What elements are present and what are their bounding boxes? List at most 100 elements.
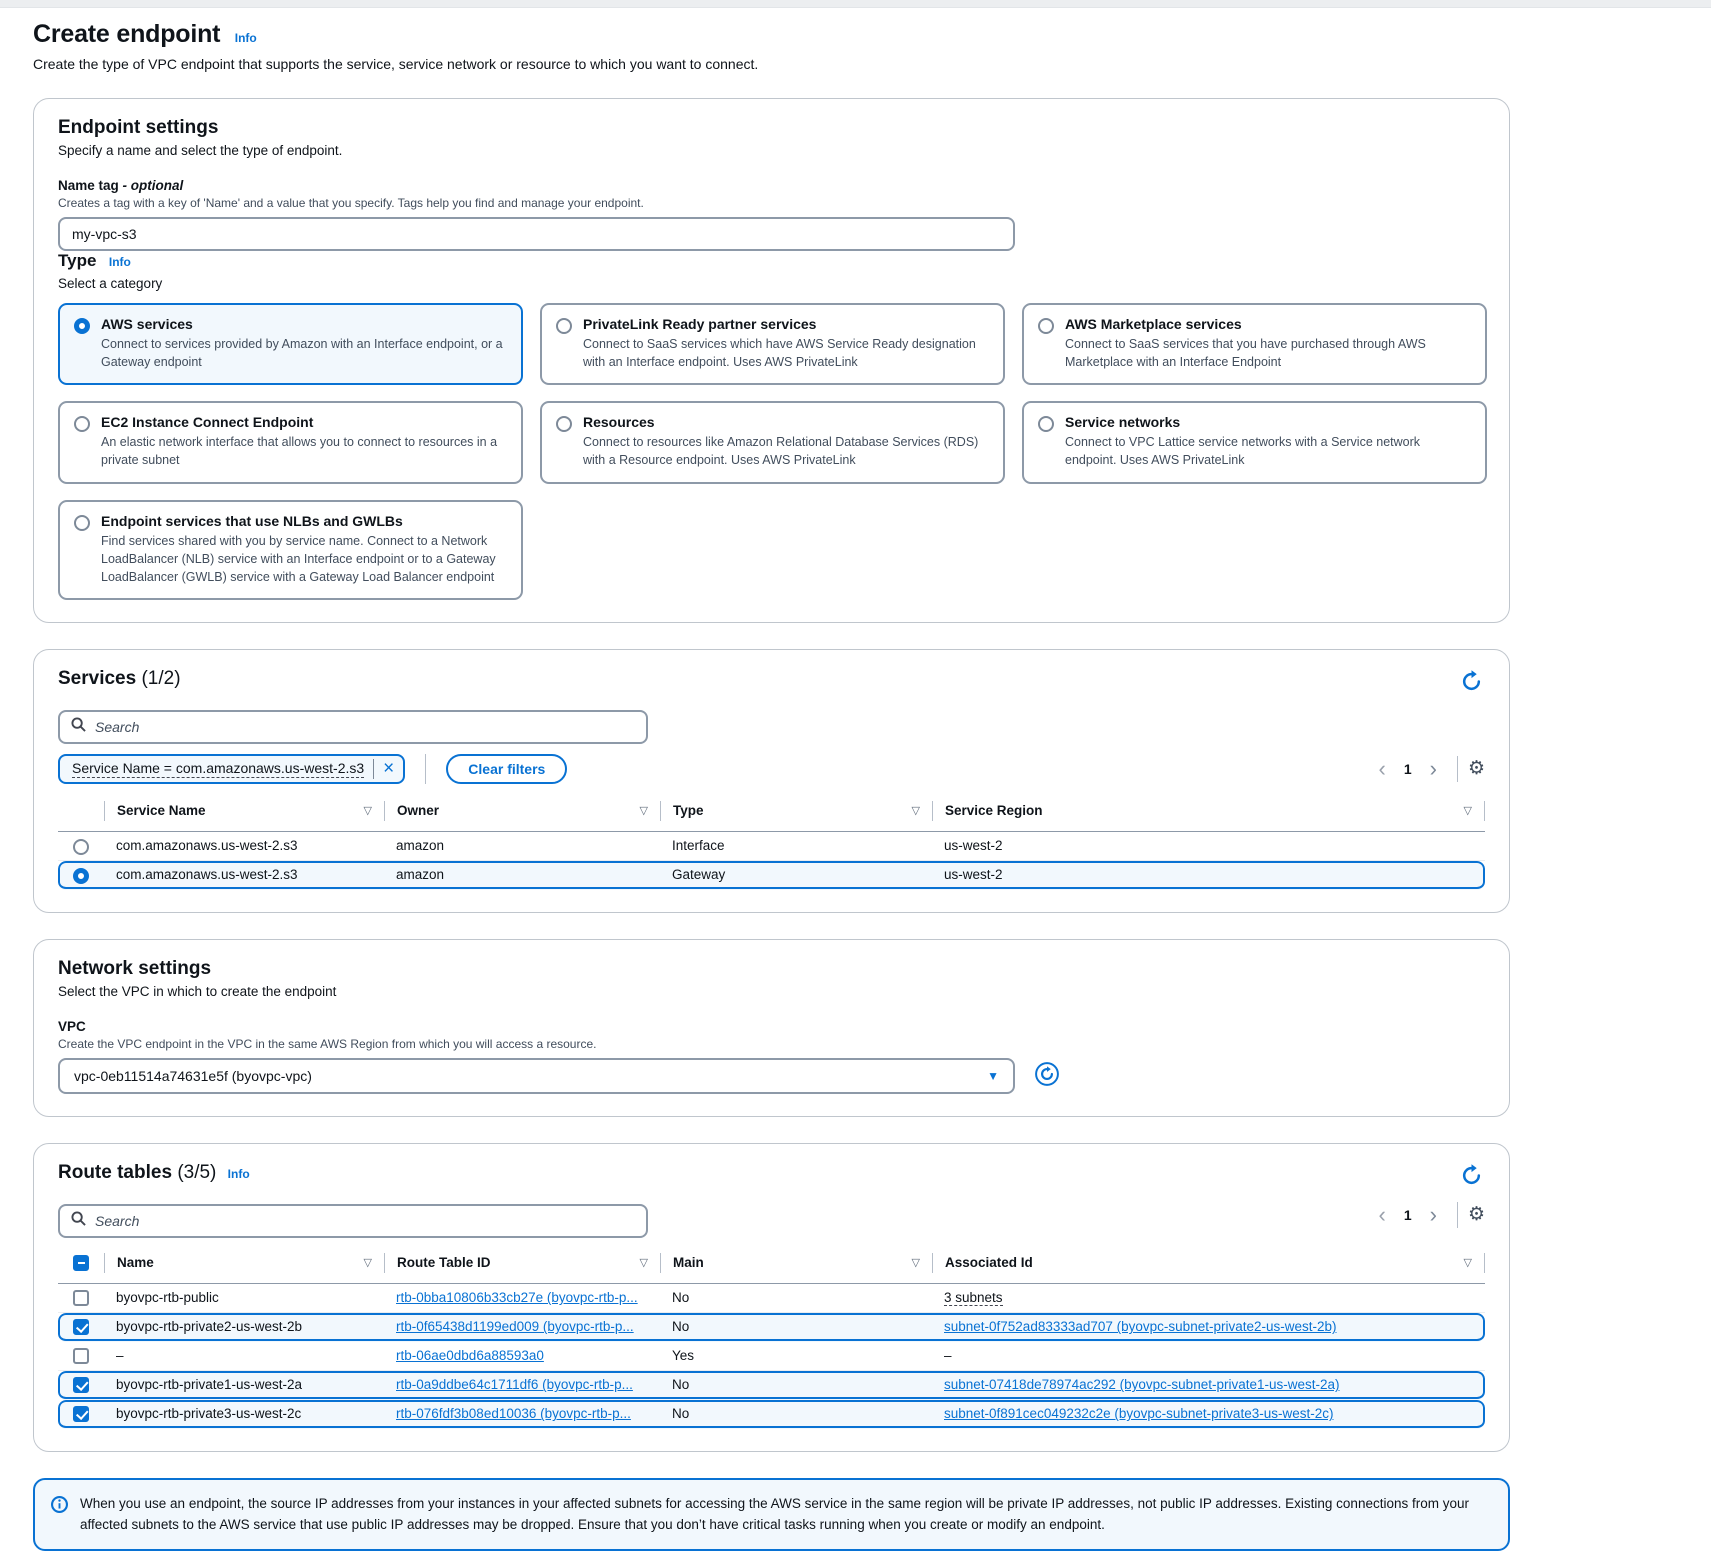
- next-page-icon[interactable]: ›: [1420, 1204, 1447, 1226]
- cell-main: Yes: [660, 1346, 932, 1365]
- services-search[interactable]: [58, 710, 648, 744]
- route-tables-search[interactable]: [58, 1204, 648, 1238]
- column-header-route-table-id[interactable]: Route Table ID ▽: [384, 1253, 660, 1273]
- column-filter-icon[interactable]: ▽: [640, 804, 648, 817]
- column-header-main[interactable]: Main ▽: [660, 1253, 932, 1273]
- route-table-row[interactable]: byovpc-rtb-private1-us-west-2a rtb-0a9dd…: [58, 1371, 1485, 1400]
- row-checkbox[interactable]: [73, 1377, 89, 1393]
- type-info-link[interactable]: Info: [109, 255, 131, 269]
- route-table-id-link[interactable]: rtb-0f65438d1199ed009 (byovpc-rtb-p...: [396, 1319, 634, 1334]
- tile-ec2-instance-connect[interactable]: EC2 Instance Connect Endpoint An elastic…: [58, 401, 523, 483]
- radio-resources[interactable]: [556, 416, 572, 432]
- route-tables-settings-gear-icon[interactable]: ⚙: [1468, 1205, 1485, 1224]
- row-checkbox[interactable]: [73, 1290, 89, 1306]
- route-table-row[interactable]: byovpc-rtb-private3-us-west-2c rtb-076fd…: [58, 1400, 1485, 1429]
- services-page-number[interactable]: 1: [1396, 761, 1420, 777]
- column-filter-icon[interactable]: ▽: [364, 804, 372, 817]
- column-filter-icon[interactable]: ▽: [1464, 804, 1472, 817]
- column-filter-icon[interactable]: ▽: [364, 1256, 372, 1269]
- clear-filters-button[interactable]: Clear filters: [446, 754, 567, 784]
- column-header-associated-id[interactable]: Associated Id ▽: [932, 1253, 1485, 1273]
- route-tables-refresh-button[interactable]: [1458, 1162, 1485, 1192]
- route-tables-table-header: Name ▽ Route Table ID ▽ Main ▽ Associate…: [58, 1250, 1485, 1284]
- tile-endpoint-services-nlb-gwlb[interactable]: Endpoint services that use NLBs and GWLB…: [58, 500, 523, 600]
- tile-service-networks[interactable]: Service networks Connect to VPC Lattice …: [1022, 401, 1487, 483]
- next-page-icon[interactable]: ›: [1420, 758, 1447, 780]
- name-tag-input[interactable]: [58, 217, 1015, 251]
- services-settings-gear-icon[interactable]: ⚙: [1468, 759, 1485, 778]
- subnets-popover-link[interactable]: 3 subnets: [944, 1290, 1003, 1306]
- search-icon: [71, 717, 86, 737]
- cell-type: Interface: [660, 836, 932, 855]
- column-header-owner[interactable]: Owner ▽: [384, 801, 660, 821]
- radio-aws-services[interactable]: [74, 318, 90, 334]
- previous-page-icon[interactable]: ‹: [1369, 1204, 1396, 1226]
- services-filter-token[interactable]: Service Name = com.amazonaws.us-west-2.s…: [58, 754, 405, 784]
- vpc-select[interactable]: vpc-0eb11514a74631e5f (byovpc-vpc) ▼: [58, 1058, 1015, 1094]
- cell-owner: amazon: [384, 836, 660, 855]
- route-tables-info-link[interactable]: Info: [228, 1167, 250, 1181]
- chevron-down-icon: ▼: [987, 1069, 999, 1083]
- route-table-id-link[interactable]: rtb-0a9ddbe64c1711df6 (byovpc-rtb-p...: [396, 1377, 633, 1392]
- services-search-input[interactable]: [95, 719, 635, 735]
- radio-ec2-instance-connect[interactable]: [74, 416, 90, 432]
- remove-filter-icon[interactable]: ×: [383, 762, 394, 776]
- tile-privatelink-partner-services[interactable]: PrivateLink Ready partner services Conne…: [540, 303, 1005, 385]
- radio-privatelink-partner-services[interactable]: [556, 318, 572, 334]
- route-table-id-link[interactable]: rtb-076fdf3b08ed10036 (byovpc-rtb-p...: [396, 1406, 631, 1421]
- services-table-header: Service Name ▽ Owner ▽ Type ▽ Service Re…: [58, 798, 1485, 832]
- route-table-id-link[interactable]: rtb-06ae0dbd6a88593a0: [396, 1348, 544, 1363]
- services-refresh-button[interactable]: [1458, 668, 1485, 698]
- route-tables-count: (3/5): [177, 1162, 216, 1183]
- vpc-refresh-button[interactable]: [1033, 1060, 1061, 1091]
- select-all-checkbox[interactable]: [73, 1255, 89, 1271]
- associated-subnet-link[interactable]: subnet-07418de78974ac292 (byovpc-subnet-…: [944, 1377, 1340, 1392]
- endpoint-settings-title: Endpoint settings: [58, 117, 1485, 139]
- route-table-row[interactable]: byovpc-rtb-public rtb-0bba10806b33cb27e …: [58, 1284, 1485, 1313]
- row-checkbox[interactable]: [73, 1348, 89, 1364]
- column-header-service-name[interactable]: Service Name ▽: [104, 801, 384, 821]
- row-radio[interactable]: [73, 868, 89, 884]
- services-pagination: ‹ 1 › ⚙: [1369, 756, 1486, 782]
- alert-text: When you use an endpoint, the source IP …: [80, 1493, 1490, 1536]
- route-tables-search-input[interactable]: [95, 1213, 635, 1229]
- column-filter-icon[interactable]: ▽: [912, 1256, 920, 1269]
- tile-title: Endpoint services that use NLBs and GWLB…: [101, 513, 507, 529]
- service-row-interface[interactable]: com.amazonaws.us-west-2.s3 amazon Interf…: [58, 832, 1485, 861]
- page-info-link[interactable]: Info: [235, 31, 257, 45]
- route-table-id-link[interactable]: rtb-0bba10806b33cb27e (byovpc-rtb-p...: [396, 1290, 638, 1305]
- tile-title: AWS services: [101, 316, 507, 332]
- radio-aws-marketplace-services[interactable]: [1038, 318, 1054, 334]
- row-checkbox[interactable]: [73, 1319, 89, 1335]
- services-count: (1/2): [141, 668, 180, 689]
- route-tables-page-number[interactable]: 1: [1396, 1207, 1420, 1223]
- column-header-service-region[interactable]: Service Region ▽: [932, 801, 1485, 821]
- row-checkbox[interactable]: [73, 1406, 89, 1422]
- associated-subnet-link[interactable]: subnet-0f891cec049232c2e (byovpc-subnet-…: [944, 1406, 1333, 1421]
- row-radio[interactable]: [73, 839, 89, 855]
- route-tables-title: Route tables (3/5) Info: [58, 1162, 250, 1184]
- tile-resources[interactable]: Resources Connect to resources like Amaz…: [540, 401, 1005, 483]
- column-filter-icon[interactable]: ▽: [1464, 1256, 1472, 1269]
- radio-endpoint-services-nlb-gwlb[interactable]: [74, 515, 90, 531]
- column-header-type[interactable]: Type ▽: [660, 801, 932, 821]
- type-category-grid: AWS services Connect to services provide…: [58, 303, 1487, 600]
- route-table-row[interactable]: – rtb-06ae0dbd6a88593a0 Yes –: [58, 1342, 1485, 1371]
- cell-name: byovpc-rtb-public: [104, 1288, 384, 1307]
- create-endpoint-page: Create endpoint Info Create the type of …: [0, 8, 1711, 1559]
- tile-title: Service networks: [1065, 414, 1471, 430]
- cell-name: –: [104, 1346, 384, 1365]
- radio-service-networks[interactable]: [1038, 416, 1054, 432]
- associated-subnet-link[interactable]: subnet-0f752ad83333ad707 (byovpc-subnet-…: [944, 1319, 1337, 1334]
- tile-aws-services[interactable]: AWS services Connect to services provide…: [58, 303, 523, 385]
- cell-service-name: com.amazonaws.us-west-2.s3: [104, 865, 384, 884]
- network-settings-description: Select the VPC in which to create the en…: [58, 984, 1485, 999]
- service-row-gateway[interactable]: com.amazonaws.us-west-2.s3 amazon Gatewa…: [58, 861, 1485, 890]
- column-filter-icon[interactable]: ▽: [640, 1256, 648, 1269]
- previous-page-icon[interactable]: ‹: [1369, 758, 1396, 780]
- endpoint-info-alert: When you use an endpoint, the source IP …: [33, 1478, 1510, 1551]
- column-header-name[interactable]: Name ▽: [104, 1253, 384, 1273]
- column-filter-icon[interactable]: ▽: [912, 804, 920, 817]
- tile-aws-marketplace-services[interactable]: AWS Marketplace services Connect to SaaS…: [1022, 303, 1487, 385]
- route-table-row[interactable]: byovpc-rtb-private2-us-west-2b rtb-0f654…: [58, 1313, 1485, 1342]
